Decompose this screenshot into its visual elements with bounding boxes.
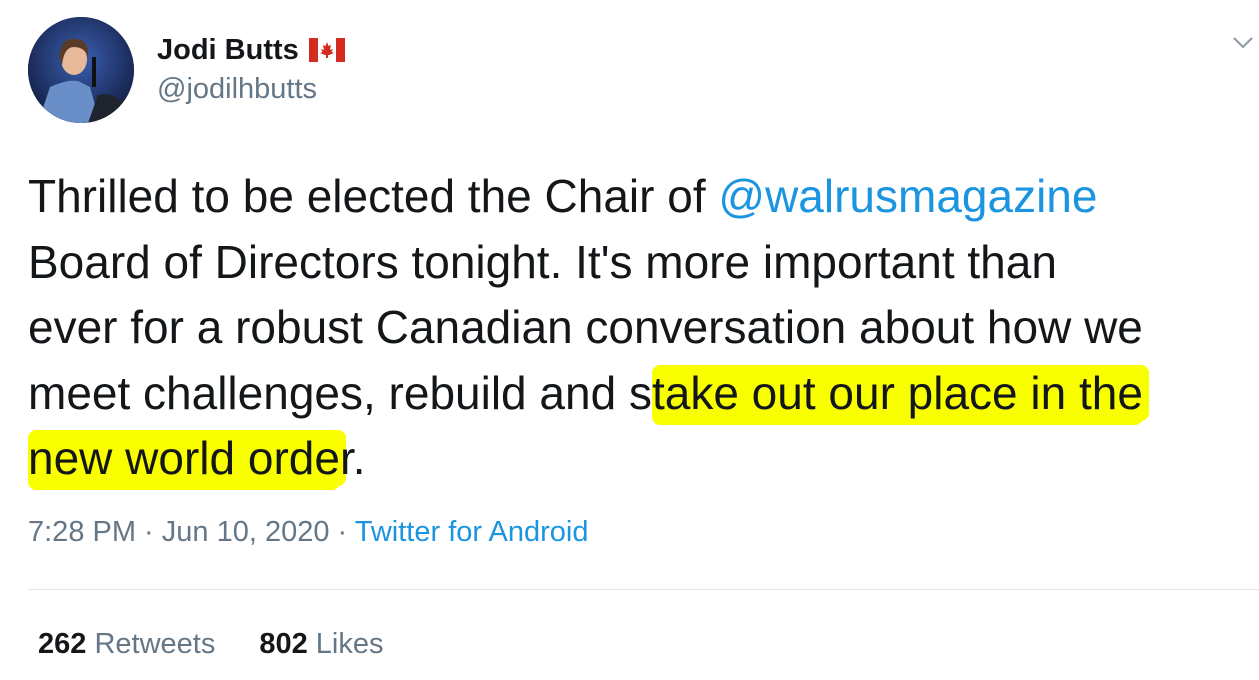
likes-stat[interactable]: 802 Likes: [259, 628, 383, 661]
tweet-text-segment: meet challenges, rebuild and s: [28, 366, 652, 419]
chevron-down-icon[interactable]: [1232, 36, 1254, 50]
tweet-stats: 262 Retweets 802 Likes: [38, 628, 428, 661]
tweet-line-5: new world order.: [28, 426, 1253, 492]
highlighted-text: take out our place in the: [651, 364, 1143, 421]
retweets-label: Retweets: [94, 628, 216, 660]
tweet-text: Thrilled to be elected the Chair of @wal…: [28, 164, 1253, 492]
tweet-line-1: Thrilled to be elected the Chair of @wal…: [28, 164, 1253, 230]
likes-label: Likes: [315, 628, 384, 660]
likes-count: 802: [259, 628, 308, 660]
retweets-stat[interactable]: 262 Retweets: [38, 628, 215, 661]
meta-separator: ·: [136, 516, 162, 548]
user-handle[interactable]: @jodilhbutts: [157, 73, 317, 106]
tweet-text-segment: r.: [339, 432, 366, 484]
display-name[interactable]: Jodi Butts: [157, 34, 299, 67]
avatar[interactable]: [28, 17, 134, 123]
tweet-text-segment: Thrilled to be elected the Chair of: [28, 170, 719, 222]
tweet-line-2: Board of Directors tonight. It's more im…: [28, 235, 1057, 288]
avatar-photo-icon: [28, 17, 134, 123]
meta-separator: ·: [329, 516, 355, 548]
tweet-meta: 7:28 PM · Jun 10, 2020 · Twitter for And…: [28, 516, 588, 549]
author-name-row: Jodi Butts: [157, 30, 345, 70]
retweets-count: 262: [38, 628, 87, 660]
tweet-source-link[interactable]: Twitter for Android: [355, 516, 589, 548]
tweet-date[interactable]: Jun 10, 2020: [162, 516, 330, 548]
tweet-line-3: ever for a robust Canadian conversation …: [28, 301, 1143, 353]
highlighted-text: new world orde: [28, 430, 340, 486]
mention-link[interactable]: @walrusmagazine: [718, 170, 1097, 222]
tweet-line-4: meet challenges, rebuild and stake out o…: [28, 361, 1253, 427]
tweet-time[interactable]: 7:28 PM: [28, 516, 136, 548]
canada-flag-icon: [308, 38, 345, 62]
tweet-card: Jodi Butts @jodilhbutts Thrilled to be e…: [0, 0, 1259, 680]
divider: [28, 589, 1259, 590]
